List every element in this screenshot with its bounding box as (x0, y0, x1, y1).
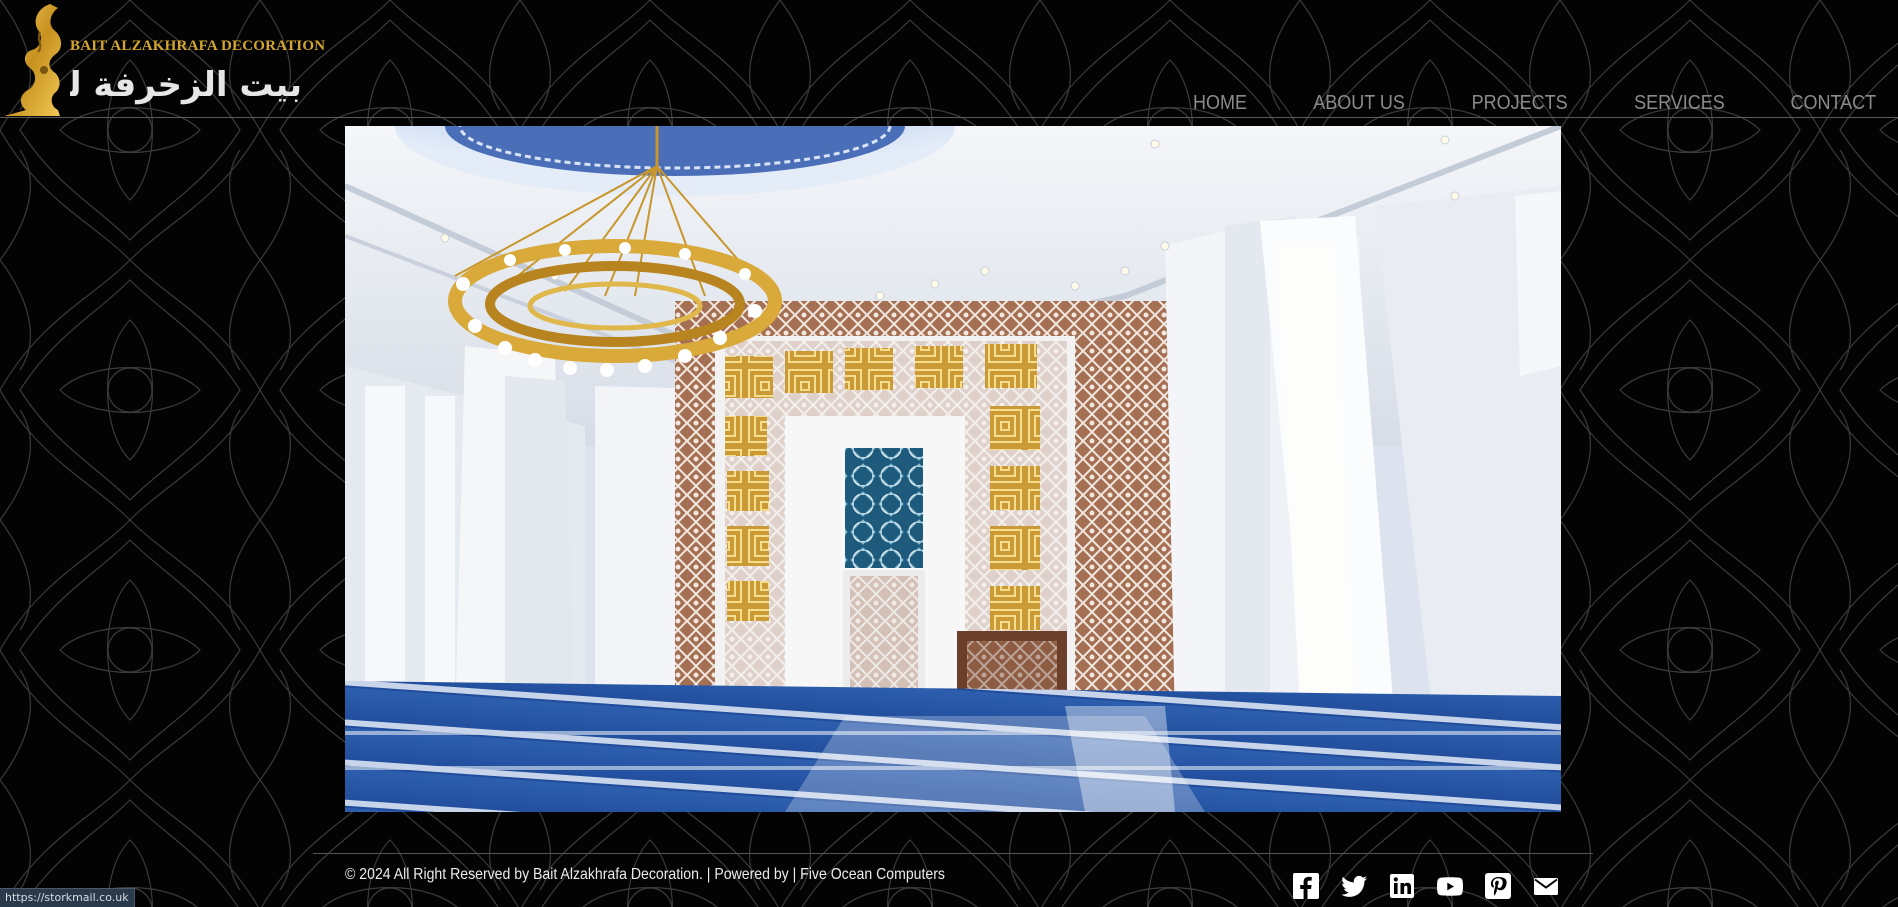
nav-services[interactable]: SERVICES (1634, 89, 1725, 117)
nav-projects[interactable]: PROJECTS (1472, 89, 1568, 117)
browser-status-url: https://storkmail.co.uk (0, 888, 135, 907)
facebook-icon[interactable] (1292, 872, 1320, 900)
logo-title: BAIT ALZAKHRAFA DECORATION (70, 38, 326, 54)
email-icon[interactable] (1532, 872, 1560, 900)
logo[interactable]: BAIT ALZAKHRAFA DECORATION بيت الزخرفة ل… (0, 0, 325, 118)
page: BAIT ALZAKHRAFA DECORATION بيت الزخرفة ل… (0, 0, 1898, 907)
nav-home[interactable]: HOME (1193, 89, 1247, 117)
header-divider (0, 117, 1898, 118)
pinterest-icon[interactable] (1484, 872, 1512, 900)
social-links (1292, 872, 1560, 900)
linkedin-icon[interactable] (1388, 872, 1416, 900)
twitter-icon[interactable] (1340, 872, 1368, 900)
youtube-icon[interactable] (1436, 872, 1464, 900)
nav-about-us[interactable]: ABOUT US (1314, 89, 1406, 117)
hero-image (345, 126, 1561, 812)
mosque-interior-illustration (345, 126, 1561, 812)
main-nav: HOME ABOUT US PROJECTS SERVICES CONTACT (1131, 89, 1876, 117)
nav-contact[interactable]: CONTACT (1790, 89, 1876, 117)
site-header: BAIT ALZAKHRAFA DECORATION بيت الزخرفة ل… (0, 0, 1898, 120)
logo-arabic-text: بيت الزخرفة للديكور (70, 65, 302, 105)
copyright-text: © 2024 All Right Reserved by Bait Alzakh… (345, 866, 945, 883)
logo-emblem-icon (4, 4, 62, 116)
footer-divider (313, 853, 1593, 854)
